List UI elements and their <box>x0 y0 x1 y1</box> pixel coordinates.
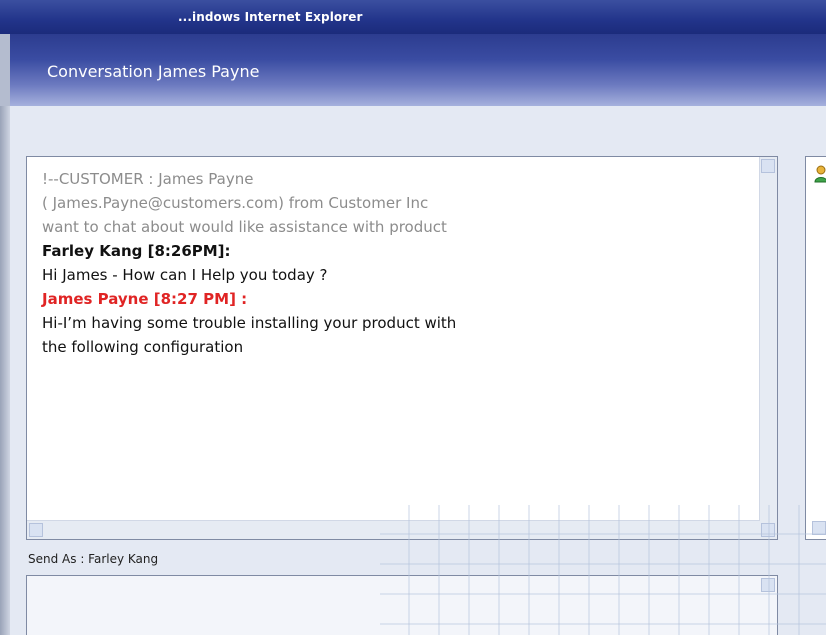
chat-messages: !--CUSTOMER : James Payne ( James.Payne@… <box>42 167 742 359</box>
browser-title: ...indows Internet Explorer <box>178 10 363 24</box>
vertical-scrollbar[interactable] <box>759 157 777 539</box>
scroll-up-button[interactable] <box>761 159 775 173</box>
contact-icon[interactable] <box>814 165 826 183</box>
scroll-left-button[interactable] <box>29 523 43 537</box>
conversation-title: Conversation James Payne <box>47 62 260 81</box>
side-scroll-button[interactable] <box>812 521 826 535</box>
window-left-border <box>0 34 10 635</box>
contact-side-panel <box>805 156 826 540</box>
browser-window: ...indows Internet Explorer Conversation… <box>0 0 826 635</box>
browser-title-bar: ...indows Internet Explorer <box>0 0 826 34</box>
customer-message-text: the following configuration <box>42 338 244 356</box>
customer-message-sender: James Payne [8:27 PM] : <box>42 290 248 308</box>
scroll-down-button[interactable] <box>761 523 775 537</box>
system-message-line: !--CUSTOMER : James Payne <box>42 170 254 188</box>
system-message-line: ( James.Payne@customers.com) from Custom… <box>42 194 429 212</box>
agent-message-sender: Farley Kang [8:26PM]: <box>42 242 231 260</box>
agent-message-text: Hi James - How can I Help you today ? <box>42 266 328 284</box>
system-message-line: want to chat about would like assistance… <box>42 218 447 236</box>
compose-scroll-up-button[interactable] <box>761 578 775 592</box>
chat-transcript[interactable]: !--CUSTOMER : James Payne ( James.Payne@… <box>26 156 778 540</box>
horizontal-scrollbar[interactable] <box>27 520 760 539</box>
send-as-label: Send As : Farley Kang <box>28 552 159 566</box>
message-input[interactable] <box>26 575 778 635</box>
conversation-header: Conversation James Payne <box>0 34 826 106</box>
customer-message-text: Hi-I’m having some trouble installing yo… <box>42 314 457 332</box>
